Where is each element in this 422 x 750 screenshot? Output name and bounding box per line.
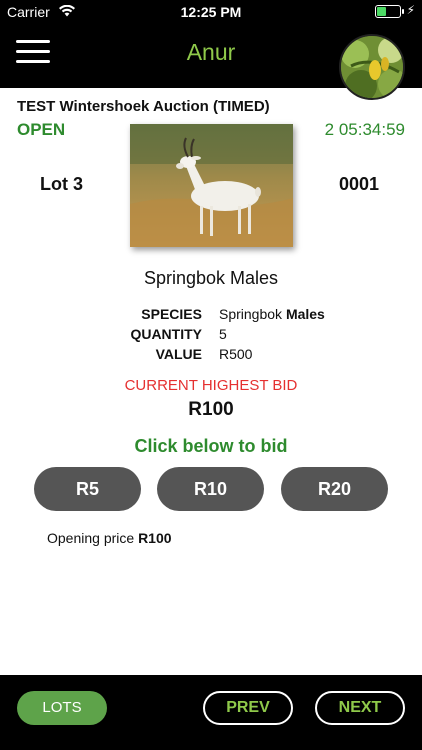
- profile-avatar[interactable]: [339, 34, 405, 100]
- springbok-photo: [130, 124, 293, 247]
- species-value: Springbok Males: [219, 306, 325, 322]
- quantity-label: QUANTITY: [130, 326, 202, 342]
- value-label: VALUE: [155, 346, 202, 362]
- species-value-text: Springbok: [219, 306, 283, 322]
- species-label: SPECIES: [141, 306, 202, 322]
- lot-code: 0001: [338, 174, 379, 194]
- status-time: 12:25 PM: [180, 4, 242, 20]
- opening-price-label: Opening price: [47, 530, 135, 546]
- opening-price-value: R100: [138, 530, 172, 546]
- quantity-row: QUANTITY 5: [0, 326, 422, 346]
- bid-r5-button[interactable]: R5: [34, 467, 141, 511]
- bid-instruction: Click below to bid: [134, 436, 288, 456]
- lot-name: Springbok Males: [143, 268, 279, 288]
- nav-bar: Anur: [0, 24, 422, 100]
- charging-icon: ⚡: [406, 3, 415, 17]
- value-value: R500: [219, 346, 253, 362]
- bottom-toolbar: LOTS PREV NEXT: [0, 675, 422, 750]
- opening-price: Opening price R100: [47, 530, 172, 546]
- value-row: VALUE R500: [0, 346, 422, 366]
- current-bid-label: CURRENT HIGHEST BID: [124, 377, 298, 394]
- species-row: SPECIES Springbok Males: [0, 306, 422, 326]
- auction-status: OPEN: [17, 120, 66, 139]
- prev-button[interactable]: PREV: [203, 691, 293, 725]
- next-button[interactable]: NEXT: [315, 691, 405, 725]
- lots-button[interactable]: LOTS: [17, 691, 107, 725]
- lot-number: Lot 3: [40, 174, 83, 194]
- bid-r20-button[interactable]: R20: [281, 467, 388, 511]
- status-bar: Carrier 12:25 PM ⚡: [0, 0, 422, 24]
- bid-r10-button[interactable]: R10: [157, 467, 264, 511]
- current-bid-amount: R100: [188, 399, 234, 420]
- lot-photo[interactable]: [130, 124, 293, 247]
- quantity-value: 5: [219, 326, 227, 342]
- auction-title: TEST Wintershoek Auction (TIMED): [17, 98, 270, 115]
- battery-icon: [375, 5, 404, 18]
- lot-detail-screen: Carrier 12:25 PM ⚡ Anur TEST Wintershoek…: [0, 0, 422, 750]
- battery-level: [377, 7, 387, 16]
- countdown-timer: 2 05:34:59: [324, 120, 405, 139]
- species-value-bold: Males: [285, 306, 325, 322]
- avatar-image: [341, 36, 403, 98]
- lot-details: SPECIES Springbok Males QUANTITY 5 VALUE…: [0, 306, 422, 366]
